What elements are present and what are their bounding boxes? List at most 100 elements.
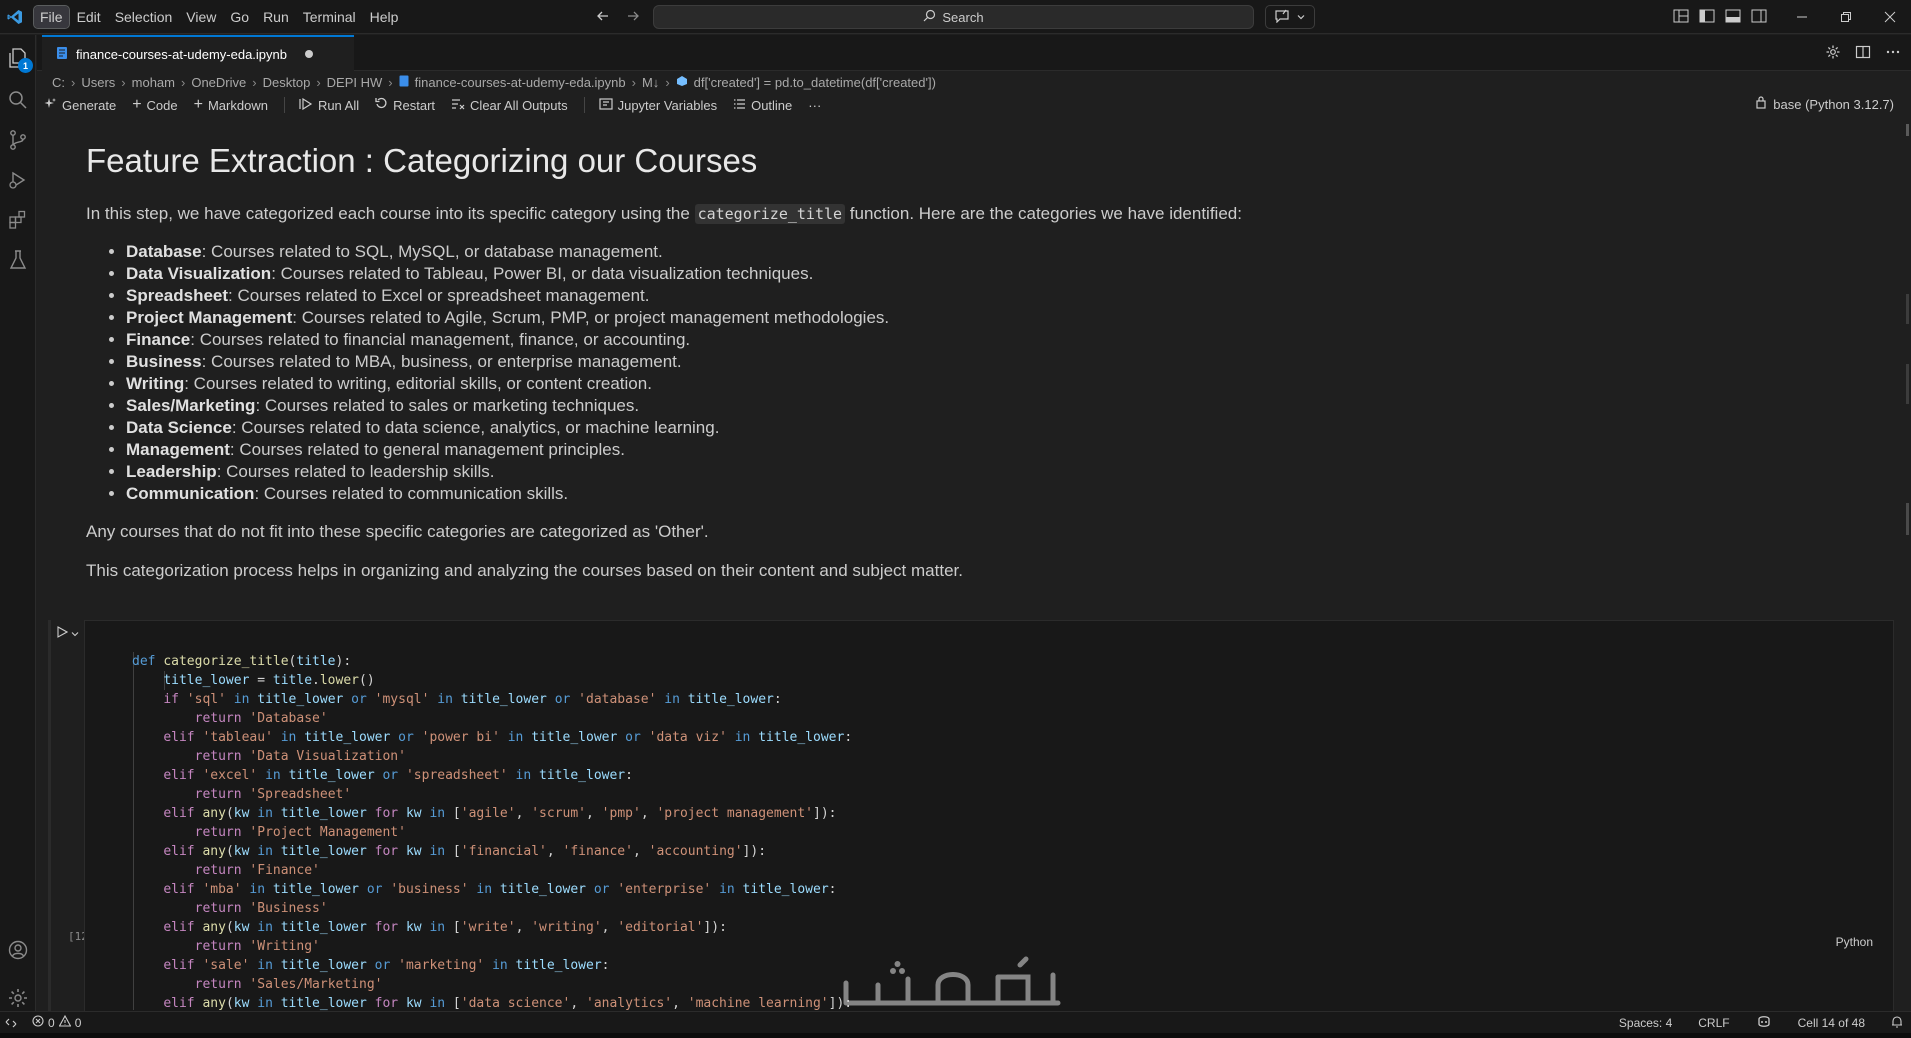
category-name: Sales/Marketing <box>126 396 256 415</box>
markdown-cell[interactable]: Feature Extraction : Categorizing our Co… <box>86 136 1886 582</box>
category-name: Data Science <box>126 418 232 437</box>
breadcrumb-item[interactable]: OneDrive <box>191 75 246 90</box>
menu-selection[interactable]: Selection <box>109 6 179 28</box>
breadcrumb-item[interactable]: df['created'] = pd.to_datetime(df['creat… <box>694 75 936 90</box>
category-desc: : Courses related to general management … <box>229 440 625 459</box>
copilot-status-icon[interactable] <box>1756 1015 1772 1032</box>
category-desc: : Courses related to SQL, MySQL, or data… <box>201 242 663 261</box>
outline-button[interactable]: Outline <box>733 98 792 113</box>
error-count: 0 <box>48 1015 55 1030</box>
intro-text-after: function. Here are the categories we hav… <box>845 204 1242 223</box>
restart-icon <box>375 97 388 113</box>
close-icon[interactable] <box>1868 0 1911 34</box>
add-code-cell-button[interactable]: + Code <box>132 96 177 114</box>
menu-go[interactable]: Go <box>224 6 255 28</box>
category-desc: : Courses related to writing, editorial … <box>184 374 652 393</box>
editor-scrollbar[interactable] <box>1898 118 1911 1016</box>
breadcrumb: C: › Users › moham › OneDrive › Desktop › DEP… <box>52 71 936 93</box>
extensions-icon[interactable] <box>5 207 31 233</box>
breadcrumb-item[interactable]: Desktop <box>263 75 311 90</box>
breadcrumb-item[interactable]: Users <box>81 75 115 90</box>
problems-indicator[interactable]: 0 0 <box>32 1014 81 1030</box>
copilot-button[interactable] <box>1265 5 1315 29</box>
breadcrumb-item[interactable]: C: <box>52 75 65 90</box>
code-line: elif any(kw in title_lower for kw in ['d… <box>163 996 853 1011</box>
run-all-label: Run All <box>317 97 360 113</box>
toolbar-divider <box>283 97 285 113</box>
remote-indicator-icon[interactable] <box>0 1012 22 1034</box>
split-editor-icon[interactable] <box>1855 44 1871 63</box>
menu-edit[interactable]: Edit <box>71 6 107 28</box>
run-and-debug-icon[interactable] <box>5 167 31 193</box>
explorer-icon[interactable]: 1 <box>5 45 33 73</box>
category-desc: : Courses related to leadership skills. <box>216 462 495 481</box>
menu-help[interactable]: Help <box>364 6 405 28</box>
testing-flask-icon[interactable] <box>5 247 31 273</box>
breadcrumb-item[interactable]: DEPI HW <box>327 75 383 90</box>
toolbar-more-button[interactable]: ··· <box>808 98 821 113</box>
search-icon <box>923 9 936 25</box>
forward-arrow-icon[interactable] <box>624 7 642 25</box>
unsaved-dot-icon[interactable] <box>305 50 313 58</box>
minimize-icon[interactable] <box>1780 0 1824 34</box>
back-arrow-icon[interactable] <box>594 7 612 25</box>
accounts-icon[interactable] <box>5 937 31 963</box>
kernel-picker[interactable]: base (Python 3.12.7) <box>1755 96 1894 112</box>
cell-position-status[interactable]: Cell 14 of 48 <box>1798 1016 1865 1030</box>
breadcrumb-item[interactable]: M↓ <box>642 75 659 90</box>
toggle-panel-icon[interactable] <box>1724 7 1742 25</box>
menu-run[interactable]: Run <box>257 6 295 28</box>
restore-icon[interactable] <box>1824 0 1868 34</box>
toggle-primary-sidebar-icon[interactable] <box>1698 7 1716 25</box>
markdown-paragraph-other: Any courses that do not fit into these s… <box>86 522 709 541</box>
add-markdown-cell-button[interactable]: + Markdown <box>194 96 268 114</box>
code-line: elif 'tableau' in title_lower or 'power … <box>163 730 853 745</box>
command-center-search[interactable]: Search <box>653 5 1254 29</box>
breadcrumb-item[interactable]: moham <box>132 75 175 90</box>
navigation-arrows <box>594 7 642 25</box>
notifications-bell-icon[interactable] <box>1891 1015 1903 1031</box>
list-item: Communication: Courses related to commun… <box>126 483 1886 505</box>
sparkle-icon <box>44 97 57 113</box>
kernel-icon <box>1755 96 1767 112</box>
restart-button[interactable]: Restart <box>375 97 435 113</box>
list-item: Project Management: Courses related to A… <box>126 307 1886 329</box>
list-item: Finance: Courses related to financial ma… <box>126 329 1886 351</box>
eol-status[interactable]: CRLF <box>1698 1016 1729 1030</box>
scroll-marker <box>1906 294 1909 324</box>
menu-terminal[interactable]: Terminal <box>297 6 362 28</box>
search-view-icon[interactable] <box>5 87 31 113</box>
run-cell-button[interactable] <box>56 626 79 641</box>
tab-notebook[interactable]: finance-courses-at-udemy-eda.ipynb <box>42 35 354 71</box>
run-all-button[interactable]: Run All <box>299 97 360 113</box>
notebook-settings-gear-icon[interactable] <box>1825 44 1841 63</box>
code-line: return 'Finance' <box>194 863 320 878</box>
customize-layout-icon[interactable] <box>1672 7 1690 25</box>
scroll-thumb[interactable] <box>1906 503 1909 535</box>
jupyter-variables-button[interactable]: Jupyter Variables <box>598 97 718 113</box>
clear-outputs-label: Clear All Outputs <box>470 97 568 113</box>
category-name: Spreadsheet <box>126 286 229 305</box>
menu-file[interactable]: File <box>33 4 70 29</box>
variables-label: Jupyter Variables <box>617 97 718 113</box>
manage-gear-icon[interactable] <box>5 985 31 1011</box>
clear-all-outputs-button[interactable]: Clear All Outputs <box>451 98 568 113</box>
notebook-toolbar: Generate + Code + Markdown Run All Resta… <box>44 93 1911 117</box>
breadcrumb-separator: › <box>388 74 393 90</box>
source-control-icon[interactable] <box>5 127 31 153</box>
warning-icon <box>58 1014 72 1030</box>
generate-button[interactable]: Generate <box>44 97 116 113</box>
menu-view[interactable]: View <box>180 6 222 28</box>
explorer-badge: 1 <box>18 58 33 73</box>
indentation-status[interactable]: Spaces: 4 <box>1619 1016 1672 1030</box>
toggle-secondary-sidebar-icon[interactable] <box>1750 7 1768 25</box>
cell-language-indicator[interactable]: Python <box>1836 935 1873 949</box>
category-desc: : Courses related to Agile, Scrum, PMP, … <box>292 308 890 327</box>
status-right-items: Spaces: 4 CRLF Cell 14 of 48 <box>1619 1012 1903 1034</box>
category-desc: : Courses related to data science, analy… <box>231 418 720 437</box>
more-actions-icon[interactable] <box>1885 44 1901 63</box>
breadcrumb-item[interactable]: finance-courses-at-udemy-eda.ipynb <box>415 75 626 90</box>
generate-label: Generate <box>62 97 117 113</box>
search-label: Search <box>942 9 984 25</box>
code-line: return 'Spreadsheet' <box>194 787 352 802</box>
